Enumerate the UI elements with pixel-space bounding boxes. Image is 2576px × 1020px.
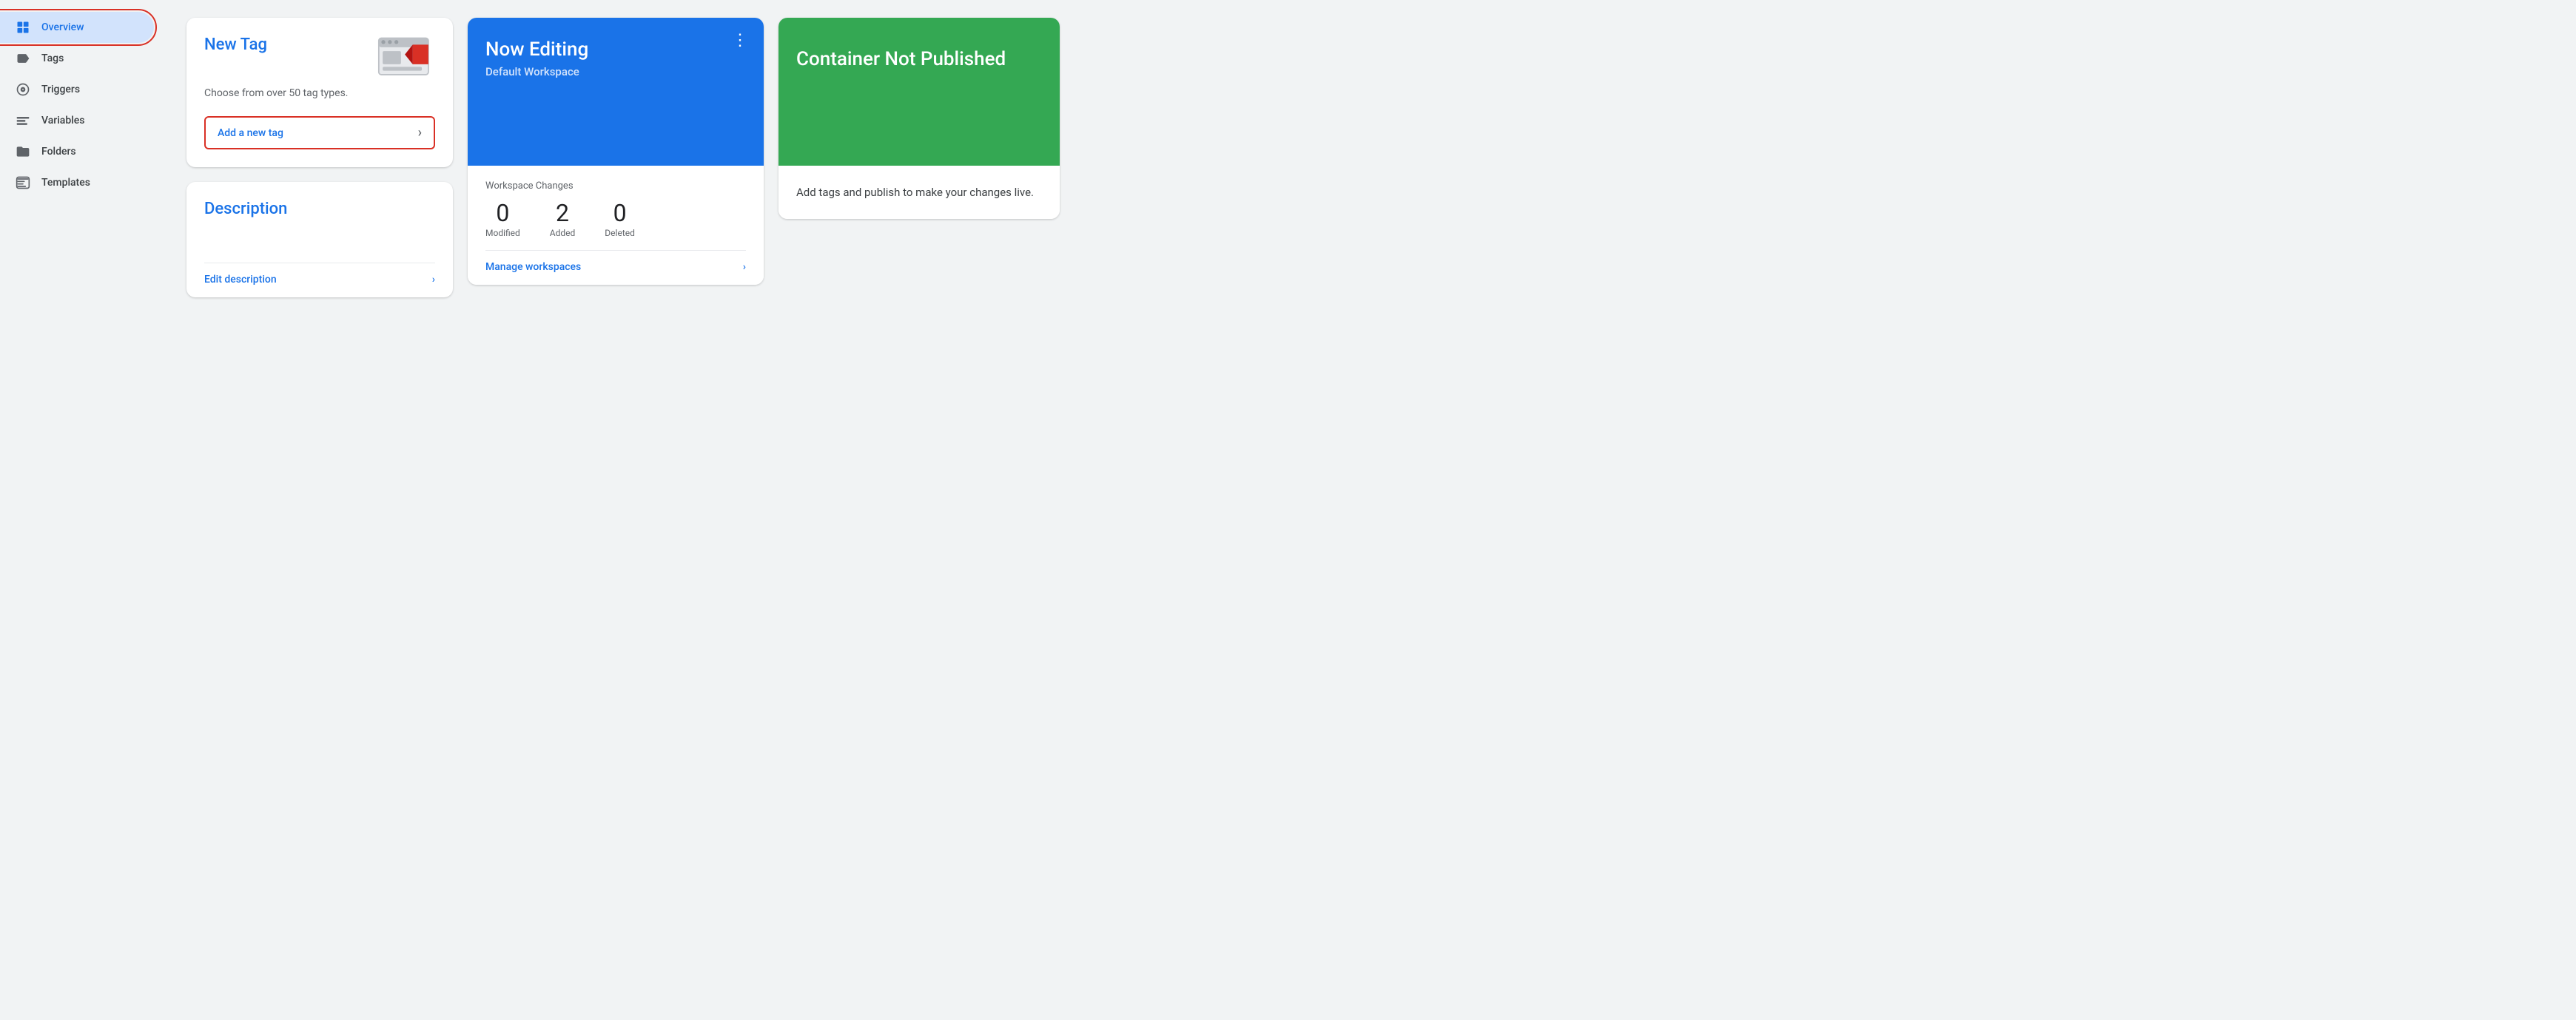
edit-description-label: Edit description <box>204 274 277 286</box>
sidebar-item-label: Folders <box>41 146 76 158</box>
deleted-count: 0 Deleted <box>605 200 635 238</box>
more-options-button[interactable]: ⋮ <box>732 33 749 49</box>
sidebar-item-templates[interactable]: Templates <box>0 167 154 198</box>
sidebar-item-label: Overview <box>41 21 84 33</box>
add-new-tag-button[interactable]: Add a new tag › <box>204 116 435 149</box>
manage-workspaces-label: Manage workspaces <box>485 261 581 273</box>
now-editing-card: Now Editing Default Workspace ⋮ Workspac… <box>468 18 764 285</box>
manage-workspaces-button[interactable]: Manage workspaces › <box>485 250 746 273</box>
sidebar-item-folders[interactable]: Folders <box>0 136 154 167</box>
edit-description-chevron: › <box>432 274 435 286</box>
now-editing-column: Now Editing Default Workspace ⋮ Workspac… <box>468 18 764 1002</box>
new-tag-card: New Tag Choose from over 50 tag types. <box>186 18 453 167</box>
deleted-label: Deleted <box>605 228 635 238</box>
sidebar-item-tags[interactable]: Tags <box>0 43 154 74</box>
sidebar-item-label: Tags <box>41 53 64 64</box>
triggers-icon <box>15 81 31 98</box>
new-tag-header: New Tag <box>204 36 435 80</box>
now-editing-body: Workspace Changes 0 Modified 2 Added 0 D… <box>468 166 764 285</box>
overview-icon <box>15 19 31 36</box>
sidebar: Overview Tags Triggers <box>0 0 163 1020</box>
modified-value: 0 <box>496 200 509 226</box>
add-tag-chevron: › <box>418 125 422 141</box>
new-tag-description: Choose from over 50 tag types. <box>204 86 435 101</box>
modified-label: Modified <box>485 228 520 238</box>
sidebar-item-overview[interactable]: Overview <box>0 12 154 43</box>
folders-icon <box>15 143 31 160</box>
main-content: New Tag Choose from over 50 tag types. <box>163 0 2576 1020</box>
changes-row: 0 Modified 2 Added 0 Deleted <box>485 200 746 238</box>
now-editing-header: Now Editing Default Workspace ⋮ <box>468 18 764 166</box>
tags-icon <box>15 50 31 67</box>
edit-description-button[interactable]: Edit description › <box>204 263 435 286</box>
not-published-column: Container Not Published Add tags and pub… <box>778 18 1060 1002</box>
variables-icon <box>15 112 31 129</box>
not-published-header: Container Not Published <box>778 18 1060 166</box>
description-title: Description <box>204 200 435 218</box>
browser-icon <box>376 36 435 80</box>
added-value: 2 <box>556 200 569 226</box>
manage-workspaces-chevron: › <box>743 261 746 273</box>
sidebar-item-triggers[interactable]: Triggers <box>0 74 154 105</box>
sidebar-item-label: Templates <box>41 177 90 189</box>
sidebar-item-label: Variables <box>41 115 84 126</box>
sidebar-item-label: Triggers <box>41 84 80 95</box>
not-published-card: Container Not Published Add tags and pub… <box>778 18 1060 219</box>
modified-count: 0 Modified <box>485 200 520 238</box>
description-card: Description Edit description › <box>186 182 453 297</box>
added-label: Added <box>550 228 576 238</box>
not-published-description: Add tags and publish to make your change… <box>796 183 1042 201</box>
templates-icon <box>15 175 31 191</box>
new-tag-title: New Tag <box>204 36 267 54</box>
deleted-value: 0 <box>613 200 627 226</box>
workspace-changes-label: Workspace Changes <box>485 180 746 192</box>
not-published-title: Container Not Published <box>796 47 1006 72</box>
added-count: 2 Added <box>550 200 576 238</box>
left-column: New Tag Choose from over 50 tag types. <box>186 18 453 1002</box>
now-editing-title: Now Editing <box>485 38 746 61</box>
not-published-body: Add tags and publish to make your change… <box>778 166 1060 219</box>
add-tag-label: Add a new tag <box>218 127 283 139</box>
sidebar-item-variables[interactable]: Variables <box>0 105 154 136</box>
now-editing-subtitle: Default Workspace <box>485 65 746 78</box>
